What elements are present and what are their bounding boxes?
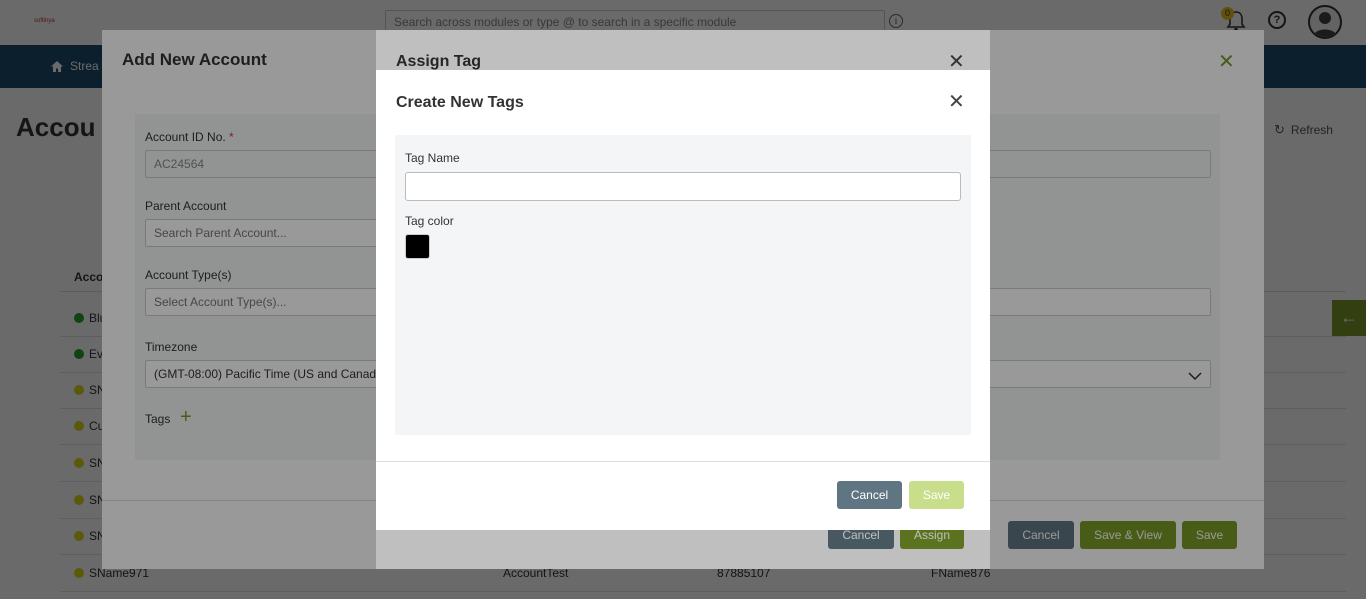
create-tag-modal: Create New Tags ✕ Tag Name Tag color Can… — [376, 70, 990, 530]
create-tag-save-button[interactable]: Save — [909, 481, 964, 509]
tag-name-input[interactable] — [405, 172, 961, 201]
create-tag-footer-divider — [376, 461, 990, 462]
create-tag-cancel-button[interactable]: Cancel — [837, 481, 902, 509]
create-tag-title: Create New Tags — [396, 94, 524, 111]
create-tag-close-icon[interactable]: ✕ — [948, 92, 965, 112]
create-tag-form: Tag Name Tag color — [395, 135, 971, 435]
tag-color-label: Tag color — [405, 214, 454, 228]
tag-name-label: Tag Name — [405, 151, 460, 165]
tag-color-picker[interactable] — [405, 234, 430, 259]
